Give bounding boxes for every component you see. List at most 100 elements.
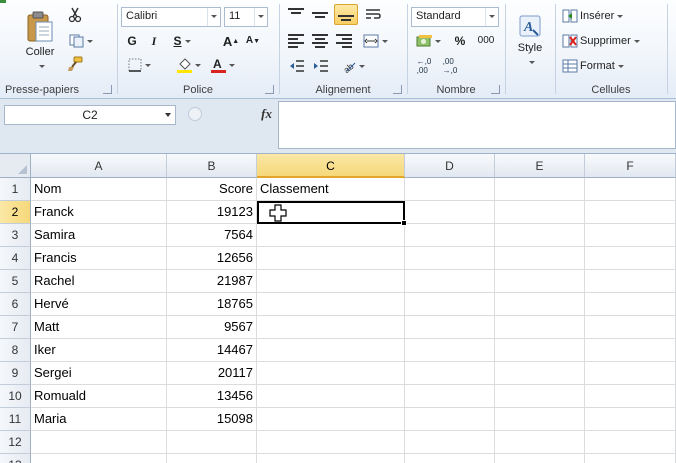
formula-input[interactable] xyxy=(278,101,676,149)
cell-e9[interactable] xyxy=(495,362,585,385)
bold-button[interactable]: G xyxy=(124,32,140,50)
increase-decimal-button[interactable]: ←,0 ,00 xyxy=(414,56,434,76)
cell-b11[interactable]: 15098 xyxy=(167,408,257,431)
delete-button[interactable]: Supprimer xyxy=(562,32,640,50)
cell-b8[interactable]: 14467 xyxy=(167,339,257,362)
cell-d8[interactable] xyxy=(405,339,495,362)
paste-button[interactable]: Coller xyxy=(18,6,62,76)
cell-f9[interactable] xyxy=(585,362,676,385)
format-painter-button[interactable] xyxy=(66,55,84,73)
cell-c6[interactable] xyxy=(257,293,405,316)
column-header-f[interactable]: F xyxy=(585,154,676,178)
column-header-b[interactable]: B xyxy=(167,154,257,178)
cell-c10[interactable] xyxy=(257,385,405,408)
shrink-font-button[interactable]: A ▼ xyxy=(244,32,262,50)
align-center-button[interactable] xyxy=(312,34,328,48)
underline-button[interactable]: S xyxy=(168,32,196,50)
name-box[interactable]: C2 xyxy=(4,105,176,125)
align-left-button[interactable] xyxy=(288,34,304,48)
font-color-button[interactable]: A xyxy=(208,56,238,74)
cell-e10[interactable] xyxy=(495,385,585,408)
cell-e3[interactable] xyxy=(495,224,585,247)
row-header[interactable]: 1 xyxy=(0,178,31,201)
column-header-d[interactable]: D xyxy=(405,154,495,178)
cell-a9[interactable]: Sergei xyxy=(31,362,167,385)
cell-d2[interactable] xyxy=(405,201,495,224)
cell-b6[interactable]: 18765 xyxy=(167,293,257,316)
cell-c11[interactable] xyxy=(257,408,405,431)
cell-a6[interactable]: Hervé xyxy=(31,293,167,316)
italic-button[interactable]: I xyxy=(146,32,162,50)
cell-f5[interactable] xyxy=(585,270,676,293)
cell-c3[interactable] xyxy=(257,224,405,247)
cell-d5[interactable] xyxy=(405,270,495,293)
cell-a12[interactable] xyxy=(31,431,167,454)
accounting-format-button[interactable] xyxy=(412,32,444,50)
cell-d1[interactable] xyxy=(405,178,495,201)
cell-e8[interactable] xyxy=(495,339,585,362)
cell-d6[interactable] xyxy=(405,293,495,316)
row-header[interactable]: 9 xyxy=(0,362,31,385)
style-button[interactable]: A Style xyxy=(512,8,548,74)
align-bottom-button[interactable] xyxy=(334,4,358,25)
cell-a3[interactable]: Samira xyxy=(31,224,167,247)
cell-a13[interactable] xyxy=(31,454,167,463)
cut-button[interactable] xyxy=(66,6,84,24)
cell-d10[interactable] xyxy=(405,385,495,408)
cell-f10[interactable] xyxy=(585,385,676,408)
cell-b9[interactable]: 20117 xyxy=(167,362,257,385)
font-launcher[interactable] xyxy=(265,85,274,94)
column-header-a[interactable]: A xyxy=(31,154,167,178)
cell-d7[interactable] xyxy=(405,316,495,339)
cell-d4[interactable] xyxy=(405,247,495,270)
cell-e13[interactable] xyxy=(495,454,585,463)
number-launcher[interactable] xyxy=(491,85,500,94)
cell-b7[interactable]: 9567 xyxy=(167,316,257,339)
cell-b5[interactable]: 21987 xyxy=(167,270,257,293)
cell-d3[interactable] xyxy=(405,224,495,247)
row-header[interactable]: 10 xyxy=(0,385,31,408)
align-top-button[interactable] xyxy=(288,8,304,21)
orientation-button[interactable]: ab xyxy=(338,58,368,74)
cell-a7[interactable]: Matt xyxy=(31,316,167,339)
align-middle-button[interactable] xyxy=(312,8,328,21)
cell-b2[interactable]: 19123 xyxy=(167,201,257,224)
row-header[interactable]: 12 xyxy=(0,431,31,454)
cell-f11[interactable] xyxy=(585,408,676,431)
cell-b10[interactable]: 13456 xyxy=(167,385,257,408)
cell-f13[interactable] xyxy=(585,454,676,463)
cell-d12[interactable] xyxy=(405,431,495,454)
cell-a11[interactable]: Maria xyxy=(31,408,167,431)
cell-e1[interactable] xyxy=(495,178,585,201)
cell-f12[interactable] xyxy=(585,431,676,454)
cell-e11[interactable] xyxy=(495,408,585,431)
alignment-launcher[interactable] xyxy=(393,85,402,94)
cell-a2[interactable]: Franck xyxy=(31,201,167,224)
cell-c12[interactable] xyxy=(257,431,405,454)
cell-f2[interactable] xyxy=(585,201,676,224)
select-all-button[interactable] xyxy=(0,154,31,178)
cell-e12[interactable] xyxy=(495,431,585,454)
paste-dropdown-arrow[interactable] xyxy=(36,60,45,71)
insert-button[interactable]: Insérer xyxy=(562,7,623,25)
cell-e5[interactable] xyxy=(495,270,585,293)
fx-button[interactable]: fx xyxy=(261,106,272,122)
cell-d13[interactable] xyxy=(405,454,495,463)
cell-f1[interactable] xyxy=(585,178,676,201)
decrease-decimal-button[interactable]: ,00 →,0 xyxy=(440,56,460,76)
cell-b3[interactable]: 7564 xyxy=(167,224,257,247)
row-header[interactable]: 7 xyxy=(0,316,31,339)
column-header-e[interactable]: E xyxy=(495,154,585,178)
cell-c7[interactable] xyxy=(257,316,405,339)
cell-e6[interactable] xyxy=(495,293,585,316)
align-right-button[interactable] xyxy=(336,34,352,48)
thousands-button[interactable]: 000 xyxy=(474,32,498,50)
row-header[interactable]: 6 xyxy=(0,293,31,316)
cell-d11[interactable] xyxy=(405,408,495,431)
cell-b12[interactable] xyxy=(167,431,257,454)
cell-f4[interactable] xyxy=(585,247,676,270)
cell-c5[interactable] xyxy=(257,270,405,293)
cell-f8[interactable] xyxy=(585,339,676,362)
cell-a10[interactable]: Romuald xyxy=(31,385,167,408)
format-button[interactable]: Format xyxy=(562,57,624,75)
